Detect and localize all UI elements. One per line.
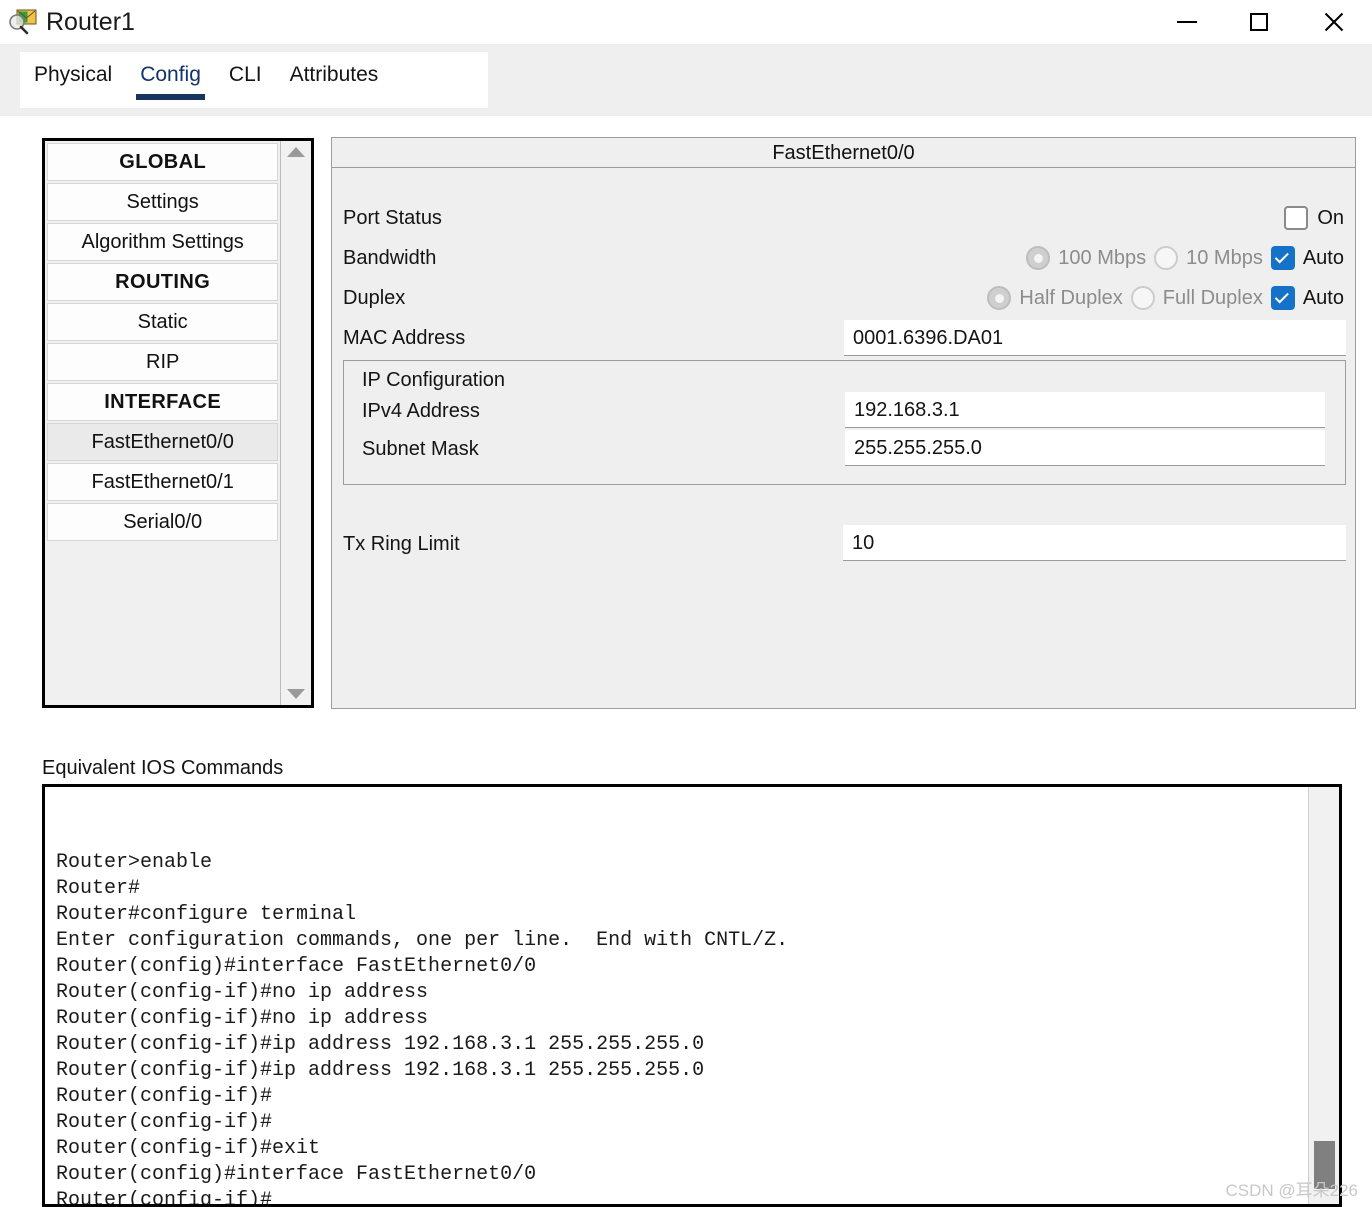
minimize-icon [1177, 21, 1197, 23]
tab-config-label: Config [140, 63, 201, 86]
bandwidth-radio-10mbps[interactable] [1154, 246, 1179, 270]
duplex-auto-label: Auto [1302, 286, 1344, 309]
mac-address-input[interactable]: 0001.6396.DA01 [844, 320, 1346, 356]
bandwidth-100mbps-label: 100 Mbps [1058, 246, 1147, 269]
sidebar-item-settings-label: Settings [126, 190, 199, 213]
ipv4-address-input[interactable]: 192.168.3.1 [845, 392, 1325, 428]
router-packet-icon [8, 8, 38, 36]
mac-address-label: MAC Address [343, 326, 466, 349]
window-titlebar: Router1 [0, 0, 1372, 44]
bandwidth-label: Bandwidth [343, 246, 437, 269]
sidebar-item-serial0-0[interactable]: Serial0/0 [47, 503, 279, 541]
active-tab-indicator [136, 94, 205, 100]
tx-ring-limit-input[interactable]: 10 [843, 525, 1346, 561]
duplex-auto-checkbox[interactable] [1270, 286, 1295, 310]
bandwidth-row: Bandwidth 100 Mbps 10 Mbps Auto [332, 238, 1355, 278]
bandwidth-auto-checkbox[interactable] [1270, 246, 1295, 270]
duplex-full-label: Full Duplex [1162, 286, 1263, 309]
console-scrollbar[interactable] [1308, 787, 1339, 1204]
close-icon [1322, 11, 1344, 33]
sidebar-item-static[interactable]: Static [47, 303, 279, 341]
interface-config-panel: FastEthernet0/0 Port Status On Bandwidth… [331, 137, 1356, 709]
port-status-row: Port Status On [332, 198, 1355, 238]
subnet-mask-input[interactable]: 255.255.255.0 [845, 430, 1325, 466]
ip-configuration-group: IP Configuration IPv4 Address 192.168.3.… [343, 360, 1346, 485]
ios-commands-text[interactable]: Router>enable Router# Router#configure t… [45, 787, 1308, 1204]
sidebar-header-routing: ROUTING [47, 263, 279, 301]
port-status-label: Port Status [343, 206, 442, 229]
tab-physical[interactable]: Physical [20, 52, 126, 108]
maximize-button[interactable] [1228, 0, 1290, 44]
sidebar-item-rip-label: RIP [146, 350, 180, 373]
ipv4-address-label: IPv4 Address [362, 400, 480, 422]
maximize-icon [1250, 13, 1268, 31]
port-status-checkbox[interactable] [1284, 206, 1309, 230]
sidebar-header-interface-label: INTERFACE [104, 390, 222, 413]
duplex-half-label: Half Duplex [1019, 286, 1123, 309]
sidebar-item-algorithm-settings-label: Algorithm Settings [81, 230, 244, 253]
sidebar-scrollbar[interactable] [280, 141, 311, 705]
scroll-down-arrow-icon[interactable] [287, 689, 306, 699]
tab-strip: Physical Config CLI Attributes [0, 44, 1372, 116]
bandwidth-auto-label: Auto [1302, 246, 1344, 269]
tab-physical-label: Physical [34, 63, 113, 86]
duplex-radio-half[interactable] [987, 286, 1012, 310]
sidebar-item-fastethernet0-0-label: FastEthernet0/0 [91, 430, 234, 453]
config-navigation-panel: GLOBAL Settings Algorithm Settings ROUTI… [42, 138, 314, 708]
sidebar-header-interface: INTERFACE [47, 383, 279, 421]
tab-config[interactable]: Config [126, 52, 215, 108]
sidebar-item-fastethernet0-0[interactable]: FastEthernet0/0 [47, 423, 279, 461]
sidebar-header-global: GLOBAL [47, 143, 279, 181]
equivalent-ios-commands-label: Equivalent IOS Commands [42, 757, 284, 779]
sidebar-item-fastethernet0-1-label: FastEthernet0/1 [91, 470, 234, 493]
tab-cli-label: CLI [228, 63, 262, 86]
port-status-on-label: On [1317, 206, 1344, 229]
bandwidth-radio-100mbps[interactable] [1026, 246, 1051, 270]
sidebar-header-global-label: GLOBAL [119, 150, 207, 173]
tab-list: Physical Config CLI Attributes [20, 52, 488, 108]
minimize-button[interactable] [1156, 0, 1218, 44]
sidebar-item-serial0-0-label: Serial0/0 [123, 510, 203, 533]
sidebar-item-rip[interactable]: RIP [47, 343, 279, 381]
tab-attributes-label: Attributes [289, 63, 379, 86]
tx-ring-limit-label: Tx Ring Limit [343, 532, 460, 555]
sidebar-item-algorithm-settings[interactable]: Algorithm Settings [47, 223, 279, 261]
sidebar-header-routing-label: ROUTING [115, 270, 211, 293]
scroll-up-arrow-icon[interactable] [287, 147, 306, 157]
bandwidth-10mbps-label: 10 Mbps [1186, 246, 1263, 269]
tab-attributes[interactable]: Attributes [276, 52, 393, 108]
close-button[interactable] [1302, 0, 1364, 44]
sidebar-item-static-label: Static [137, 310, 188, 333]
sidebar-item-fastethernet0-1[interactable]: FastEthernet0/1 [47, 463, 279, 501]
duplex-label: Duplex [343, 286, 406, 309]
interface-panel-title: FastEthernet0/0 [332, 138, 1355, 168]
ip-configuration-title: IP Configuration [362, 369, 506, 391]
console-scrollbar-thumb[interactable] [1314, 1141, 1335, 1189]
duplex-radio-full[interactable] [1130, 286, 1155, 310]
window-title: Router1 [46, 8, 135, 36]
duplex-row: Duplex Half Duplex Full Duplex Auto [332, 278, 1355, 318]
sidebar-empty-space [47, 543, 279, 703]
ios-commands-console: Router>enable Router# Router#configure t… [42, 784, 1342, 1207]
tab-cli[interactable]: CLI [215, 52, 276, 108]
subnet-mask-label: Subnet Mask [362, 438, 479, 460]
config-navigation-list: GLOBAL Settings Algorithm Settings ROUTI… [45, 141, 281, 705]
sidebar-item-settings[interactable]: Settings [47, 183, 279, 221]
